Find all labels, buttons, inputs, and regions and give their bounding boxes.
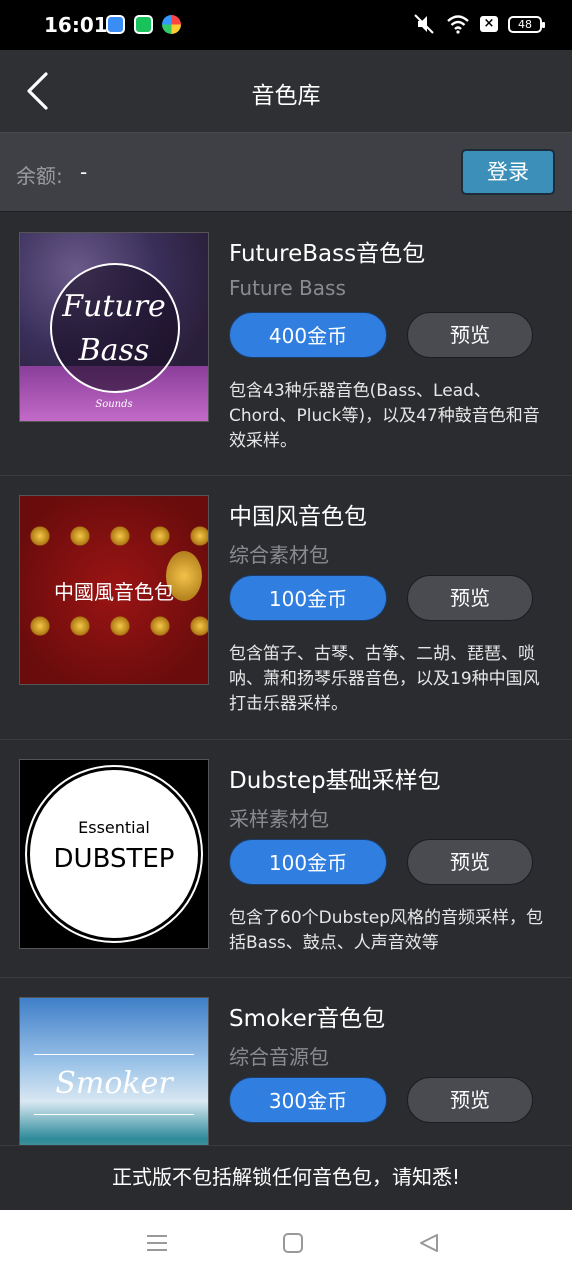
preview-button[interactable]: 预览 — [407, 575, 533, 621]
back-triangle-icon[interactable] — [418, 1232, 440, 1258]
clock: 16:01 — [44, 13, 108, 37]
status-bar: 16:01 × 48 — [0, 0, 572, 50]
sound-pack-list[interactable]: Future Bass Sounds FutureBass音色包 Future … — [0, 213, 572, 1145]
pack-cover-image: Smoker — [19, 997, 209, 1145]
app-notification-icon-multicolor — [162, 15, 181, 34]
battery-icon: 48 — [508, 15, 545, 33]
pack-cover-image: Essential DUBSTEP — [19, 759, 209, 949]
pack-category: Future Bass — [229, 276, 346, 300]
page-title: 音色库 — [251, 83, 321, 109]
app-notification-icon-blue — [106, 15, 125, 34]
app-notification-icon-green — [134, 15, 153, 34]
preview-button[interactable]: 预览 — [407, 1077, 533, 1123]
preview-button[interactable]: 预览 — [407, 312, 533, 358]
pack-name: Dubstep基础采样包 — [229, 768, 441, 794]
pack-description: 包含了60个Dubstep风格的音频采样，包括Bass、鼓点、人声音效等 — [229, 908, 544, 953]
buy-button[interactable]: 300金币 — [229, 1077, 387, 1123]
cover-art-text: Sounds — [95, 399, 133, 410]
pack-category: 综合素材包 — [229, 543, 329, 567]
buy-button[interactable]: 100金币 — [229, 839, 387, 885]
top-nav: 音色库 — [0, 50, 572, 132]
list-item[interactable]: Essential DUBSTEP Dubstep基础采样包 采样素材包 100… — [0, 740, 572, 978]
cover-art-text: 中國風音色包 — [54, 580, 174, 604]
account-bar: 余额: - 登录 — [0, 132, 572, 212]
pack-category: 综合音源包 — [229, 1045, 329, 1069]
wifi-icon — [447, 15, 469, 34]
cover-art-text: Future — [62, 289, 166, 324]
menu-icon[interactable] — [146, 1232, 168, 1258]
cover-art-text: Bass — [78, 333, 150, 368]
pack-description: 包含笛子、古琴、古筝、二胡、琵琶、唢呐、萧和扬琴乐器音色，以及19种中国风打击乐… — [229, 644, 540, 714]
pack-name: 中国风音色包 — [229, 504, 367, 530]
pack-cover-image: 中國風音色包 — [19, 495, 209, 685]
list-item[interactable]: Future Bass Sounds FutureBass音色包 Future … — [0, 213, 572, 476]
balance-value: - — [80, 160, 88, 184]
cover-art-text: Smoker — [55, 1066, 173, 1101]
balance-label: 余额: — [16, 164, 63, 188]
list-item[interactable]: 中國風音色包 中国风音色包 综合素材包 100金币 预览 包含笛子、古琴、古筝、… — [0, 476, 572, 740]
pack-description: 包含43种乐器音色(Bass、Lead、Chord、Pluck等)，以及47种鼓… — [229, 381, 540, 451]
buy-button[interactable]: 100金币 — [229, 575, 387, 621]
mute-icon — [414, 14, 434, 34]
pack-name: FutureBass音色包 — [229, 241, 426, 267]
cover-art-text: Essential — [78, 818, 150, 837]
footer-notice: 正式版不包括解锁任何音色包，请知悉! — [0, 1145, 572, 1210]
login-button[interactable]: 登录 — [461, 149, 555, 195]
home-icon[interactable] — [282, 1232, 304, 1258]
close-notification-icon: × — [480, 16, 498, 32]
pack-category: 采样素材包 — [229, 807, 329, 831]
system-nav-bar — [0, 1210, 572, 1280]
status-icons: × 48 — [412, 13, 545, 35]
pack-cover-image: Future Bass Sounds — [19, 232, 209, 422]
cover-art-text: DUBSTEP — [53, 844, 175, 874]
pack-name: Smoker音色包 — [229, 1006, 386, 1032]
buy-button[interactable]: 400金币 — [229, 312, 387, 358]
preview-button[interactable]: 预览 — [407, 839, 533, 885]
list-item[interactable]: Smoker Smoker音色包 综合音源包 300金币 预览 — [0, 978, 572, 1145]
